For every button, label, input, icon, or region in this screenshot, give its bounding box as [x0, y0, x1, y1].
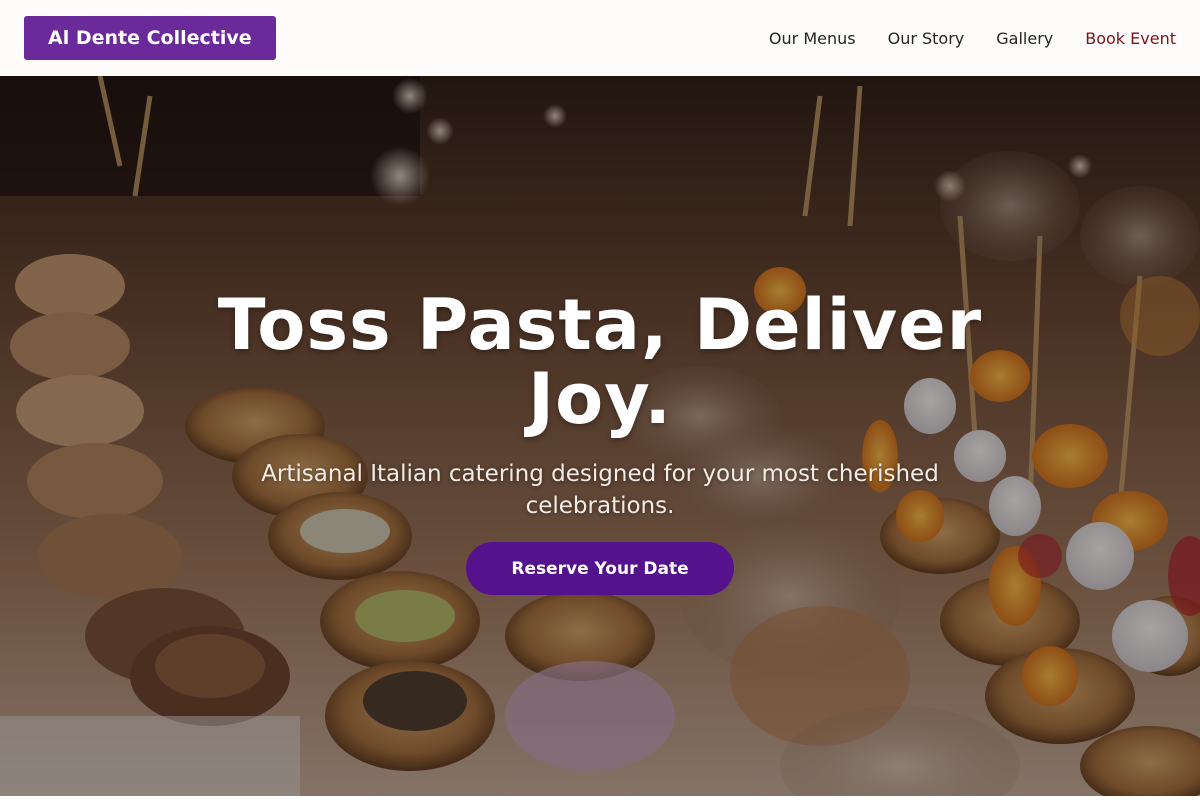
site-header: Al Dente Collective Our Menus Our Story …: [0, 0, 1200, 76]
main-nav: Our Menus Our Story Gallery Book Event: [769, 29, 1176, 48]
reserve-date-button[interactable]: Reserve Your Date: [466, 542, 734, 595]
hero-title: Toss Pasta, Deliver Joy.: [217, 284, 983, 440]
brand-logo[interactable]: Al Dente Collective: [24, 16, 276, 60]
hero-section: Toss Pasta, Deliver Joy. Artisanal Itali…: [0, 76, 1200, 796]
page-bottom-strip: [0, 796, 1200, 800]
hero-subtitle: Artisanal Italian catering designed for …: [261, 461, 939, 519]
nav-book-event[interactable]: Book Event: [1085, 29, 1176, 48]
nav-gallery[interactable]: Gallery: [996, 29, 1053, 48]
nav-our-menus[interactable]: Our Menus: [769, 29, 856, 48]
nav-our-story[interactable]: Our Story: [888, 29, 965, 48]
hero-content: Toss Pasta, Deliver Joy. Artisanal Itali…: [0, 76, 1200, 796]
